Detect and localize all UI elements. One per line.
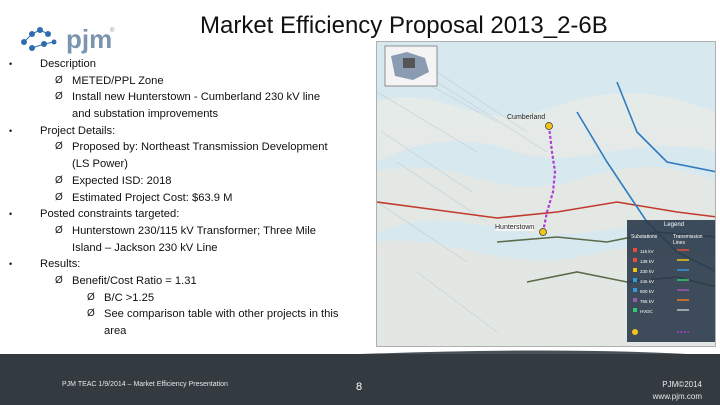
legend-row-label: 115 kV: [640, 249, 654, 254]
content-row: Ø Estimated Project Cost: $63.9 M: [0, 190, 370, 207]
arrow-bullet-icon: Ø: [55, 274, 63, 286]
content-text: Proposed by: Northeast Transmission Deve…: [72, 141, 328, 154]
logo-wordmark: pjm: [66, 24, 113, 54]
content-row: • Posted constraints targeted:: [0, 206, 370, 223]
content-text: METED/PPL Zone: [72, 74, 164, 87]
legend-row-label: 500 kV: [640, 289, 655, 294]
footer-copyright: PJM©2014: [662, 380, 702, 389]
arrow-bullet-icon: Ø: [87, 291, 95, 303]
content-text: Island – Jackson 230 kV Line: [72, 241, 218, 254]
arrow-bullet-icon: Ø: [55, 141, 63, 153]
map-label-cumberland: Cumberland: [507, 114, 546, 121]
content-row: Ø See comparison table with other project…: [0, 306, 370, 323]
arrow-bullet-icon: Ø: [55, 174, 63, 186]
content-text: Project Details:: [40, 124, 116, 137]
content-text: (LS Power): [72, 158, 128, 171]
bullet-icon: •: [9, 125, 13, 136]
content-text: Results:: [40, 258, 81, 271]
content-row: Ø Expected ISD: 2018: [0, 173, 370, 190]
content-row: Island – Jackson 230 kV Line: [0, 240, 370, 257]
content-text: B/C >1.25: [104, 291, 155, 304]
content-row: area: [0, 323, 370, 340]
arrow-bullet-icon: Ø: [55, 74, 63, 86]
bullet-icon: •: [9, 59, 13, 69]
content-row: (LS Power): [0, 156, 370, 173]
content-row: Ø METED/PPL Zone: [0, 73, 370, 90]
content-row: Ø Install new Hunterstown - Cumberland 23…: [0, 89, 370, 106]
legend-row-label: 765 kV: [640, 299, 655, 304]
map-legend-lines: Transmission Lines: [673, 234, 703, 246]
content-text: Estimated Project Cost: $63.9 M: [72, 191, 233, 204]
arrow-bullet-icon: Ø: [87, 308, 95, 320]
footer-presentation-info: PJM TEAC 1/9/2014 – Market Efficiency Pr…: [62, 381, 228, 388]
content-row: and substation improvements: [0, 106, 370, 123]
map-legend-rows: 115 kV 138 kV 230 kV 345 kV 500 kV 765 kV HVDC: [640, 247, 654, 317]
logo-trademark: ®: [110, 28, 115, 34]
arrow-bullet-icon: Ø: [55, 91, 63, 103]
content-text: Posted constraints targeted:: [40, 208, 180, 221]
legend-row-label: 230 kV: [640, 269, 655, 274]
content-row: Ø Benefit/Cost Ratio = 1.31: [0, 273, 370, 290]
map-label-hunterstown: Hunterstown: [495, 224, 535, 231]
pjm-logo: pjm ®: [14, 22, 114, 56]
content-text: Description: [40, 58, 96, 70]
map-legend-title: Legend: [664, 222, 685, 228]
project-map: Cumberland Hunterstown Legend Substation…: [376, 41, 716, 347]
content-text: Expected ISD: 2018: [72, 174, 172, 187]
content-row: Ø Proposed by: Northeast Transmission Dev…: [0, 139, 370, 156]
bullet-icon: •: [9, 259, 13, 270]
arrow-bullet-icon: Ø: [55, 191, 63, 203]
content-row: • Results:: [0, 256, 370, 273]
content-text: Install new Hunterstown - Cumberland 230…: [72, 91, 321, 104]
slide-title: Market Efficiency Proposal 2013_2-6B: [200, 12, 608, 39]
page-number: 8: [356, 381, 363, 393]
content-text: area: [104, 325, 127, 337]
content-row: Ø B/C >1.25: [0, 290, 370, 307]
content-row: Ø Hunterstown 230/115 kV Transformer; Thr…: [0, 223, 370, 240]
bullet-icon: •: [9, 209, 13, 220]
content-text: and substation improvements: [72, 108, 219, 121]
content-row: • Description: [0, 56, 370, 73]
content-text: See comparison table with other projects…: [104, 308, 339, 321]
legend-row-label: 345 kV: [640, 279, 655, 284]
footer-bar: [0, 354, 720, 405]
arrow-bullet-icon: Ø: [55, 224, 63, 236]
content-row: • Project Details:: [0, 123, 370, 140]
content-text: Benefit/Cost Ratio = 1.31: [72, 274, 197, 287]
legend-row-label: HVDC: [640, 309, 653, 314]
pjm-logo-icon: [21, 27, 57, 51]
slide-content: • Description Ø METED/PPL Zone Ø Install new …: [0, 56, 370, 340]
map-legend-substations: Substations: [631, 234, 658, 240]
map-graphic: [377, 42, 715, 346]
content-text: Hunterstown 230/115 kV Transformer; Thre…: [72, 224, 316, 237]
footer-website: www.pjm.com: [652, 392, 702, 401]
legend-row-label: 138 kV: [640, 259, 655, 264]
